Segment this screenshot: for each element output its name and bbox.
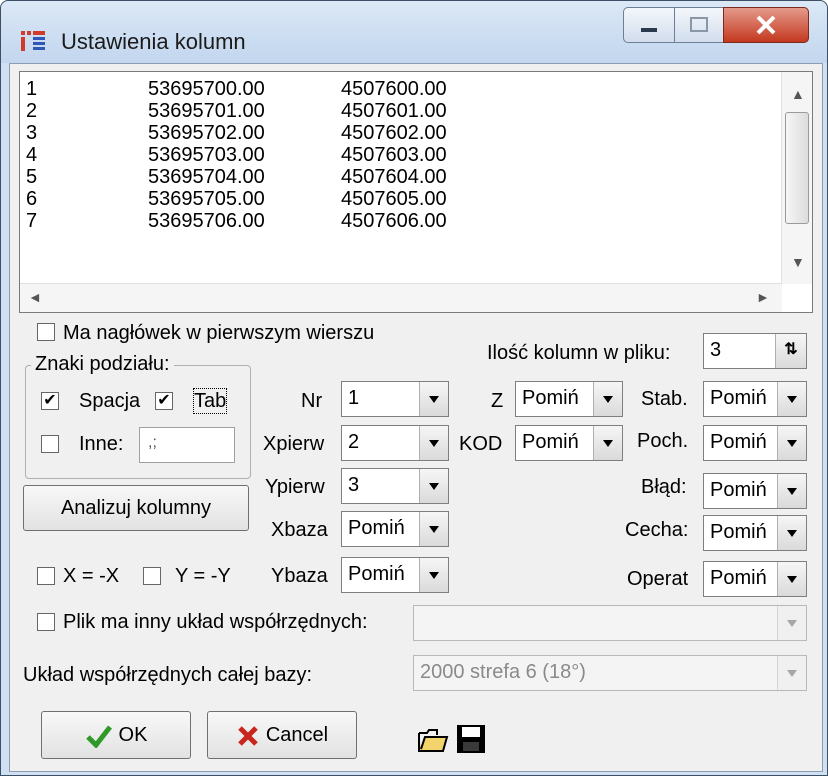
ok-button[interactable]: OK [41, 711, 191, 759]
stab-select[interactable]: Pomiń [703, 381, 807, 417]
chevron-down-icon[interactable] [777, 426, 806, 460]
other-separator-input[interactable]: ,; [139, 427, 235, 463]
chevron-down-icon[interactable] [593, 382, 622, 416]
chevron-down-icon[interactable] [419, 382, 448, 416]
file-preview[interactable]: 1 53695700.00 4507600.00 2 53695701.00 45076… [19, 71, 813, 313]
vertical-scrollbar[interactable]: ▲ ▼ [781, 72, 812, 284]
z-select[interactable]: Pomiń [515, 381, 623, 417]
ypierw-select[interactable]: 3 [341, 468, 449, 504]
scroll-down-icon[interactable]: ▼ [791, 254, 805, 270]
base-coord-system-label: Układ współrzędnych całej bazy: [23, 664, 313, 686]
xpierw-select[interactable]: 2 [341, 425, 449, 461]
z-label: Z [491, 390, 504, 412]
chevron-down-icon[interactable] [777, 656, 806, 690]
other-separator-label: Inne: [79, 433, 124, 455]
scroll-thumb[interactable] [785, 112, 809, 224]
folder-open-icon[interactable] [417, 723, 449, 755]
floppy-disk-icon[interactable] [455, 723, 487, 755]
operat-select[interactable]: Pomiń [703, 561, 807, 597]
different-coord-system-checkbox[interactable] [37, 613, 55, 631]
xpierw-label: Xpierw [263, 433, 325, 455]
flip-x-label: X = -X [63, 565, 120, 587]
space-label: Spacja [79, 390, 141, 412]
column-count-value: 3 [710, 339, 722, 361]
operat-label: Operat [627, 568, 689, 590]
flip-y-checkbox[interactable] [143, 567, 161, 585]
nr-label: Nr [301, 390, 323, 412]
ok-label: OK [118, 724, 148, 746]
ypierw-label: Ypierw [265, 476, 325, 498]
header-checkbox[interactable] [37, 323, 55, 341]
minimize-icon [641, 28, 657, 32]
checkmark-icon [85, 725, 112, 749]
column-count-label: Ilość kolumn w pliku: [487, 342, 671, 364]
poch-label: Poch. [637, 430, 689, 452]
column-count-spinner[interactable]: 3 ⇅ [703, 333, 807, 369]
tab-label: Tab [192, 388, 228, 414]
preview-row: 3 53695702.00 4507602.00 [26, 122, 447, 144]
nr-select[interactable]: 1 [341, 381, 449, 417]
stab-label: Stab. [641, 388, 688, 410]
preview-row: 6 53695705.00 4507605.00 [26, 188, 447, 210]
window-title: Ustawienia kolumn [61, 29, 246, 54]
scroll-right-icon[interactable]: ► [756, 289, 770, 305]
separators-title: Znaki podziału: [31, 352, 174, 376]
preview-row: 4 53695703.00 4507603.00 [26, 144, 447, 166]
header-checkbox-label: Ma nagłówek w pierwszym wierszu [63, 322, 375, 344]
spin-arrows-icon[interactable]: ⇅ [775, 334, 806, 368]
chevron-down-icon[interactable] [777, 562, 806, 596]
close-button[interactable] [723, 7, 809, 43]
blad-select[interactable]: Pomiń [703, 473, 807, 509]
preview-row: 5 53695704.00 4507604.00 [26, 166, 447, 188]
kod-label: KOD [459, 433, 503, 455]
horizontal-scrollbar[interactable]: ◄ ► [20, 283, 782, 312]
blad-label: Błąd: [641, 476, 687, 498]
flip-x-checkbox[interactable] [37, 567, 55, 585]
preview-row: 1 53695700.00 4507600.00 [26, 78, 447, 100]
chevron-down-icon[interactable] [593, 426, 622, 460]
cecha-select[interactable]: Pomiń [703, 515, 807, 551]
chevron-down-icon[interactable] [419, 469, 448, 503]
ybaza-select[interactable]: Pomiń [341, 557, 449, 593]
minimize-button[interactable] [623, 7, 675, 43]
file-coord-system-label: Plik ma inny układ współrzędnych: [63, 611, 368, 633]
chevron-down-icon[interactable] [419, 426, 448, 460]
xbaza-select[interactable]: Pomiń [341, 511, 449, 547]
ybaza-label: Ybaza [271, 565, 328, 587]
cancel-button[interactable]: Cancel [207, 711, 357, 759]
file-coord-system-select[interactable] [413, 605, 807, 641]
analyze-columns-button[interactable]: Analizuj kolumny [23, 485, 249, 531]
close-icon [756, 15, 776, 35]
scroll-left-icon[interactable]: ◄ [28, 289, 42, 305]
chevron-down-icon[interactable] [777, 516, 806, 550]
app-icon [21, 31, 45, 51]
chevron-down-icon[interactable] [777, 382, 806, 416]
scroll-up-icon[interactable]: ▲ [791, 86, 805, 102]
flip-y-label: Y = -Y [175, 565, 231, 587]
xbaza-label: Xbaza [271, 519, 328, 541]
space-checkbox[interactable]: ✔ [41, 392, 59, 410]
title-bar: Ustawienia kolumn [1, 1, 827, 63]
chevron-down-icon[interactable] [419, 558, 448, 592]
cancel-label: Cancel [265, 724, 329, 746]
tab-checkbox[interactable]: ✔ [155, 392, 173, 410]
other-separator-checkbox[interactable] [41, 435, 59, 453]
maximize-button[interactable] [674, 7, 724, 43]
x-icon [238, 725, 258, 746]
preview-row: 7 53695706.00 4507606.00 [26, 210, 447, 232]
poch-select[interactable]: Pomiń [703, 425, 807, 461]
dialog-window: Ustawienia kolumn 1 53695700.00 4507600.00… [0, 0, 828, 776]
base-coord-system-select[interactable]: 2000 strefa 6 (18°) [413, 655, 807, 691]
preview-lines: 1 53695700.00 4507600.00 2 53695701.00 45076… [26, 78, 447, 232]
cecha-label: Cecha: [625, 519, 689, 541]
kod-select[interactable]: Pomiń [515, 425, 623, 461]
chevron-down-icon[interactable] [419, 512, 448, 546]
chevron-down-icon[interactable] [777, 474, 806, 508]
chevron-down-icon[interactable] [777, 606, 806, 640]
maximize-icon [690, 17, 708, 32]
preview-row: 2 53695701.00 4507601.00 [26, 100, 447, 122]
